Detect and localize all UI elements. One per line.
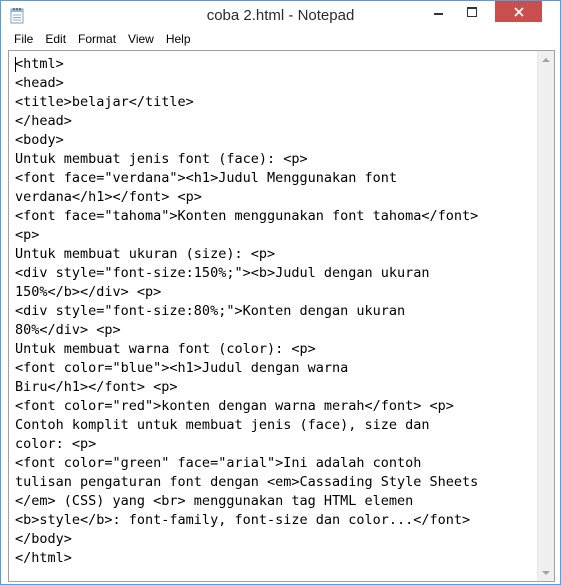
editor-line[interactable]: <p>	[15, 227, 39, 243]
editor-line[interactable]: </body>	[15, 531, 72, 547]
scroll-down-button[interactable]	[538, 564, 554, 581]
editor-line[interactable]: <head>	[15, 75, 64, 91]
editor-line[interactable]: tulisan pengaturan font dengan <em>Cassa…	[15, 474, 478, 490]
minimize-icon	[433, 12, 443, 15]
editor-line[interactable]: <b>style</b>: font-family, font-size dan…	[15, 512, 470, 528]
close-icon	[513, 6, 524, 17]
scroll-up-button[interactable]	[538, 51, 554, 68]
menu-edit[interactable]: Edit	[39, 30, 72, 49]
editor-pane[interactable]: <html> <head> <title>belajar</title> </h…	[8, 50, 555, 582]
menu-help[interactable]: Help	[160, 30, 197, 49]
editor-line[interactable]: <body>	[15, 132, 64, 148]
menu-format[interactable]: Format	[72, 30, 122, 49]
notepad-window: coba 2.html - Notepad File Edit Format V…	[0, 0, 561, 585]
close-button[interactable]	[495, 1, 542, 22]
text-caret	[15, 57, 16, 72]
editor-line[interactable]: Contoh komplit untuk membuat jenis (face…	[15, 417, 430, 433]
editor-line[interactable]: <div style="font-size:80%;">Konten denga…	[15, 303, 405, 319]
editor-line[interactable]: <font face="tahoma">Konten menggunakan f…	[15, 208, 478, 224]
maximize-icon	[467, 6, 477, 17]
editor-line[interactable]: color: <p>	[15, 436, 96, 452]
editor-line[interactable]: Untuk membuat jenis font (face): <p>	[15, 151, 308, 167]
editor-line[interactable]: </head>	[15, 113, 72, 129]
editor-line[interactable]: 80%</div> <p>	[15, 322, 121, 338]
editor-line[interactable]: <font color="green" face="arial">Ini ada…	[15, 455, 421, 471]
minimize-button[interactable]	[424, 1, 452, 22]
editor-line[interactable]: 150%</b></div> <p>	[15, 284, 161, 300]
document-text[interactable]: <html> <head> <title>belajar</title> </h…	[9, 51, 538, 568]
editor-line[interactable]: <font color="red">konten dengan warna me…	[15, 398, 454, 414]
vertical-scrollbar[interactable]	[537, 51, 554, 581]
editor-line[interactable]: </em> (CSS) yang <br> menggunakan tag HT…	[15, 493, 413, 509]
menu-view[interactable]: View	[122, 30, 160, 49]
editor-line[interactable]: <title>belajar</title>	[15, 94, 194, 110]
text-editing-area[interactable]: <html> <head> <title>belajar</title> </h…	[9, 51, 538, 581]
editor-line[interactable]: Biru</h1></font> <p>	[15, 379, 178, 395]
maximize-button[interactable]	[458, 1, 486, 22]
editor-line[interactable]: <font color="blue"><h1>Judul dengan warn…	[15, 360, 348, 376]
editor-line[interactable]: <div style="font-size:150%;"><b>Judul de…	[15, 265, 430, 281]
scroll-down-arrow-icon	[542, 570, 550, 575]
editor-line[interactable]: <font face="verdana"><h1>Judul Menggunak…	[15, 170, 397, 186]
editor-line[interactable]: </html>	[15, 550, 72, 566]
editor-line[interactable]: <html>	[15, 56, 64, 72]
menu-file[interactable]: File	[8, 30, 39, 49]
editor-line[interactable]: Untuk membuat ukuran (size): <p>	[15, 246, 275, 262]
editor-line[interactable]: verdana</h1></font> <p>	[15, 189, 202, 205]
title-bar[interactable]: coba 2.html - Notepad	[1, 1, 560, 30]
menu-bar: File Edit Format View Help	[1, 30, 560, 49]
editor-line[interactable]: Untuk membuat warna font (color): <p>	[15, 341, 316, 357]
scroll-up-arrow-icon	[542, 57, 550, 62]
